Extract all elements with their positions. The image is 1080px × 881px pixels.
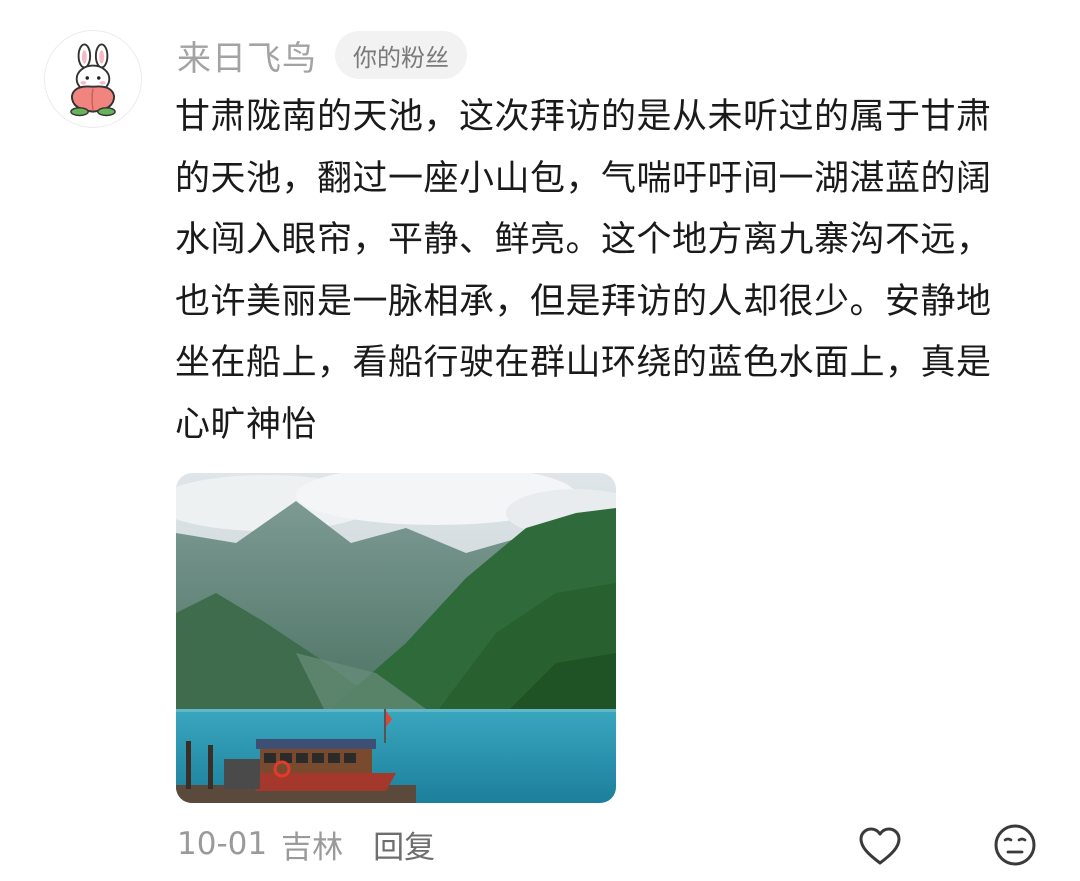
- user-avatar[interactable]: [44, 30, 142, 128]
- comment-footer: 10-01 吉林 回复: [177, 820, 435, 868]
- bunny-peach-avatar-icon: [70, 43, 116, 117]
- comment-text: 甘肃陇南的天池，这次拜访的是从未听过的属于甘肃的天池，翻过一座小山包，气喘吁吁间…: [175, 97, 992, 445]
- heart-icon[interactable]: [858, 826, 902, 866]
- username[interactable]: 来日飞鸟: [177, 31, 317, 80]
- comment-photo[interactable]: [176, 473, 616, 803]
- comment-location: 吉林: [281, 829, 344, 866]
- comment-header: 来日飞鸟 你的粉丝: [177, 30, 467, 80]
- comment-date: 10-01: [177, 826, 268, 862]
- fan-badge: 你的粉丝: [335, 31, 467, 79]
- emoji-face-icon[interactable]: [993, 823, 1037, 867]
- reply-button[interactable]: 回复: [373, 822, 435, 867]
- lake-mountain-photo: [176, 473, 616, 803]
